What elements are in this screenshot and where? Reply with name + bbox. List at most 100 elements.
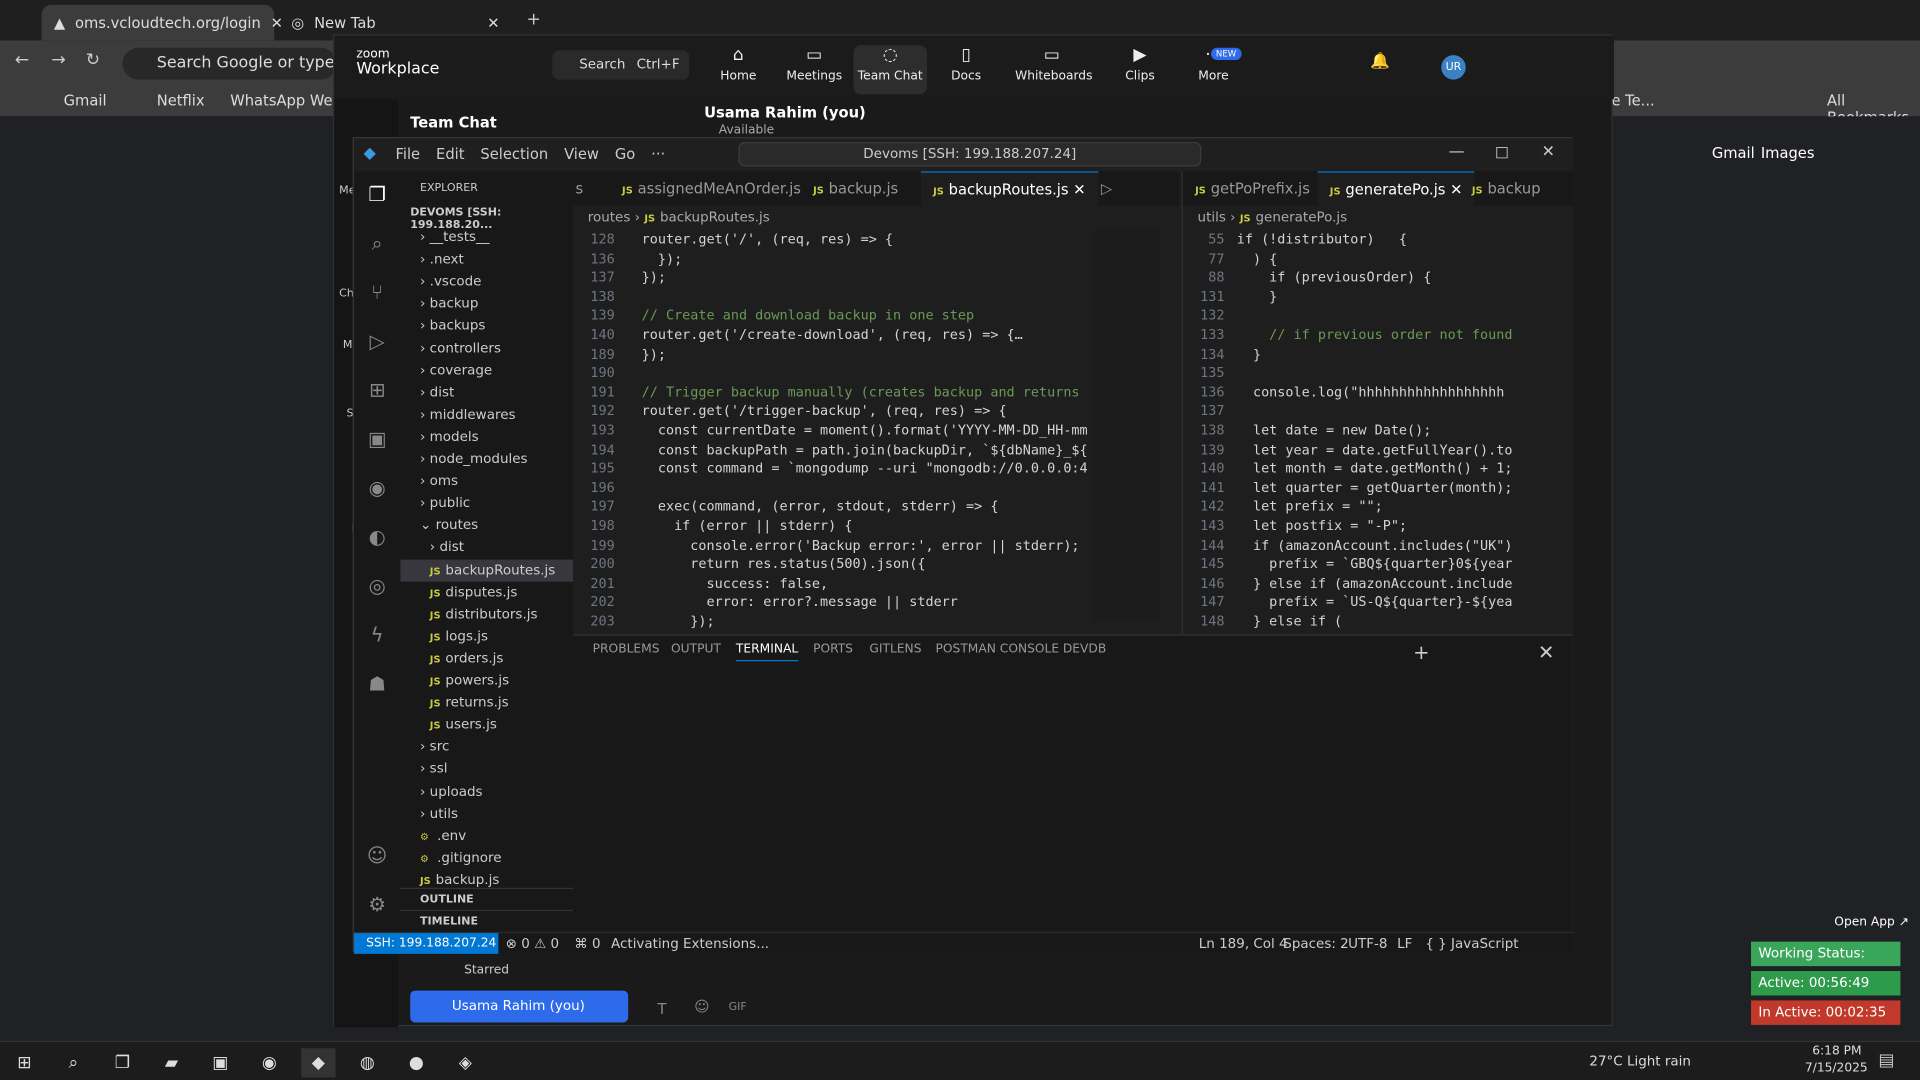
folder-item[interactable]: › node_modules [400,448,573,470]
zoom-icon[interactable]: ◍ [350,1048,384,1077]
code-line[interactable]: let month = date.getMonth() + 1; [1237,459,1513,478]
encoding[interactable]: UTF-8 [1348,936,1387,952]
editor-tab-active[interactable]: JS generatePo.js ✕ [1317,171,1475,206]
language-mode[interactable]: { } JavaScript [1425,936,1518,952]
code-line[interactable]: console.error('Backup error:', error || … [642,536,1079,555]
task-view-icon[interactable]: ❐ [105,1048,139,1077]
gitlens-icon[interactable]: ◉ [364,475,391,502]
source-control-icon[interactable]: ⑂ [364,279,391,306]
remote-indicator[interactable]: SSH: 199.188.207.24 [353,933,499,954]
file-item[interactable]: JS logs.js [400,625,573,647]
file-item[interactable]: JS disputes.js [400,581,573,603]
menu-selection[interactable]: Selection [480,146,548,163]
code-line[interactable]: const backupPath = path.join(backupDir, … [642,440,1088,459]
app-icon[interactable]: ◈ [448,1048,482,1077]
editor-tab[interactable]: JS assignedMeAnOrder.js [610,171,813,205]
panel-tab[interactable]: OUTPUT [671,643,721,656]
new-terminal-icon[interactable]: + [1413,640,1429,663]
zoom-nav-docs[interactable]: ▯ Docs [929,45,1002,94]
minimize-icon[interactable]: — [1449,143,1465,161]
database-icon[interactable]: ◎ [364,573,391,600]
back-icon[interactable]: ← [15,50,29,70]
line-ending[interactable]: LF [1397,936,1412,952]
file-item[interactable]: ⚙ .env [400,825,573,847]
code-view-left[interactable]: 128 router.get('/', (req, res) => {136 })… [573,230,1087,634]
folder-item[interactable]: › models [400,426,573,448]
zoom-nav-meetings[interactable]: ▭ Meetings [778,45,851,94]
zoom-search[interactable]: Search Ctrl+F [552,50,690,80]
code-line[interactable]: router.get('/', (req, res) => { [642,230,893,249]
file-item[interactable]: JS backupRoutes.js [400,558,574,582]
folder-item[interactable]: › src [400,736,573,758]
postman-icon[interactable]: ◐ [364,524,391,551]
folder-item[interactable]: › controllers [400,337,573,359]
images-link[interactable]: Images [1761,144,1815,161]
code-line[interactable]: router.get('/trigger-backup', (req, res)… [642,402,1007,421]
folder-item[interactable]: › ssl [400,758,573,780]
folder-item[interactable]: › dist [400,537,573,559]
app-icon[interactable]: ● [399,1048,433,1077]
folder-item[interactable]: › .next [400,249,573,271]
panel-tab[interactable]: TERMINAL [735,643,799,662]
format-icon[interactable]: T [658,1000,667,1017]
code-line[interactable]: return res.status(500).json({ [642,555,925,574]
zoom-nav-team-chat[interactable]: ◌ Team Chat [853,45,927,95]
file-item[interactable]: JS powers.js [400,670,573,692]
folder-item[interactable]: › dist [400,382,573,404]
folder-item[interactable]: › uploads [400,781,573,803]
bookmark-gmail[interactable]: Gmail [64,92,107,109]
folder-item[interactable]: › utils [400,803,573,825]
starred-self-item[interactable]: Usama Rahim (you) [410,990,629,1023]
team-chat-title[interactable]: Team Chat [410,114,497,131]
ports-count[interactable]: ⌘ 0 [574,936,600,952]
code-line[interactable]: if (amazonAccount.includes("UK") [1237,536,1513,555]
bookmark-whatsapp[interactable]: WhatsApp Web [230,92,342,109]
chrome-tab-login[interactable]: ▲ oms.vcloudtech.org/login ✕ [41,4,283,41]
python-icon[interactable]: ☗ [364,671,391,698]
thunder-icon[interactable]: ϟ [364,622,391,649]
command-center[interactable]: Devoms [SSH: 199.188.207.24] [738,142,1202,167]
code-line[interactable]: router.get('/create-download', (req, res… [642,326,1023,345]
close-panel-icon[interactable]: ✕ [1538,640,1554,663]
weather[interactable]: 27°C Light rain [1589,1053,1691,1069]
editor-tab[interactable]: JS backup.js [801,171,911,205]
code-line[interactable]: console.log("hhhhhhhhhhhhhhhhhh [1237,383,1504,402]
file-item[interactable]: JS orders.js [400,648,573,670]
gmail-link[interactable]: Gmail [1712,144,1755,161]
code-line[interactable]: let year = date.getFullYear().to [1237,440,1513,459]
code-line[interactable]: if (previousOrder) { [1237,268,1431,287]
code-line[interactable]: let prefix = ""; [1237,498,1383,517]
forward-icon[interactable]: → [51,50,65,70]
editor-tab-active[interactable]: JS backupRoutes.js ✕ [920,171,1098,206]
code-line[interactable]: if (error || stderr) { [642,517,852,536]
code-line[interactable]: error: error?.message || stderr [642,593,957,612]
chrome-icon[interactable]: ◉ [252,1048,286,1077]
run-icon[interactable]: ▷ [1101,180,1112,197]
bell-icon[interactable]: 🔔 [1370,53,1390,71]
code-line[interactable]: // Trigger backup manually (creates back… [642,383,1088,402]
minimap[interactable] [1091,230,1160,623]
code-view-right[interactable]: 55 if (!distributor) {77 ) {88 if (previo… [1183,230,1516,634]
gear-icon[interactable]: ⚙ [364,891,391,918]
code-line[interactable]: exec(command, (error, stdout, stderr) =>… [642,498,999,517]
file-explorer-icon[interactable]: ▰ [154,1048,188,1077]
notification-icon[interactable]: ▤ [1878,1051,1894,1071]
folder-item[interactable]: › coverage [400,360,573,382]
code-line[interactable]: } [1237,345,1261,364]
code-line[interactable]: }); [642,268,666,287]
code-line[interactable]: prefix = `GBQ${quarter}0${year [1237,555,1512,574]
close-icon[interactable]: ✕ [1073,181,1085,198]
file-item[interactable]: JS distributors.js [400,603,573,625]
code-line[interactable]: } else if ( [1237,612,1342,631]
close-icon[interactable]: ✕ [1542,143,1555,161]
remote-explorer-icon[interactable]: ▣ [364,426,391,453]
code-line[interactable]: }); [642,612,714,631]
clock-date[interactable]: 7/15/2025 [1805,1062,1868,1075]
zoom-nav-home[interactable]: ⌂ Home [702,45,775,94]
new-tab-icon[interactable]: + [527,10,541,30]
file-item[interactable]: ⚙ .gitignore [400,847,573,869]
code-line[interactable]: const command = `mongodump --uri "mongod… [642,459,1088,478]
omnibox[interactable]: Search Google or type a URL [122,47,337,80]
code-line[interactable]: if (!distributor) { [1237,230,1407,249]
panel-tab[interactable]: POSTMAN CONSOLE [936,643,1060,656]
